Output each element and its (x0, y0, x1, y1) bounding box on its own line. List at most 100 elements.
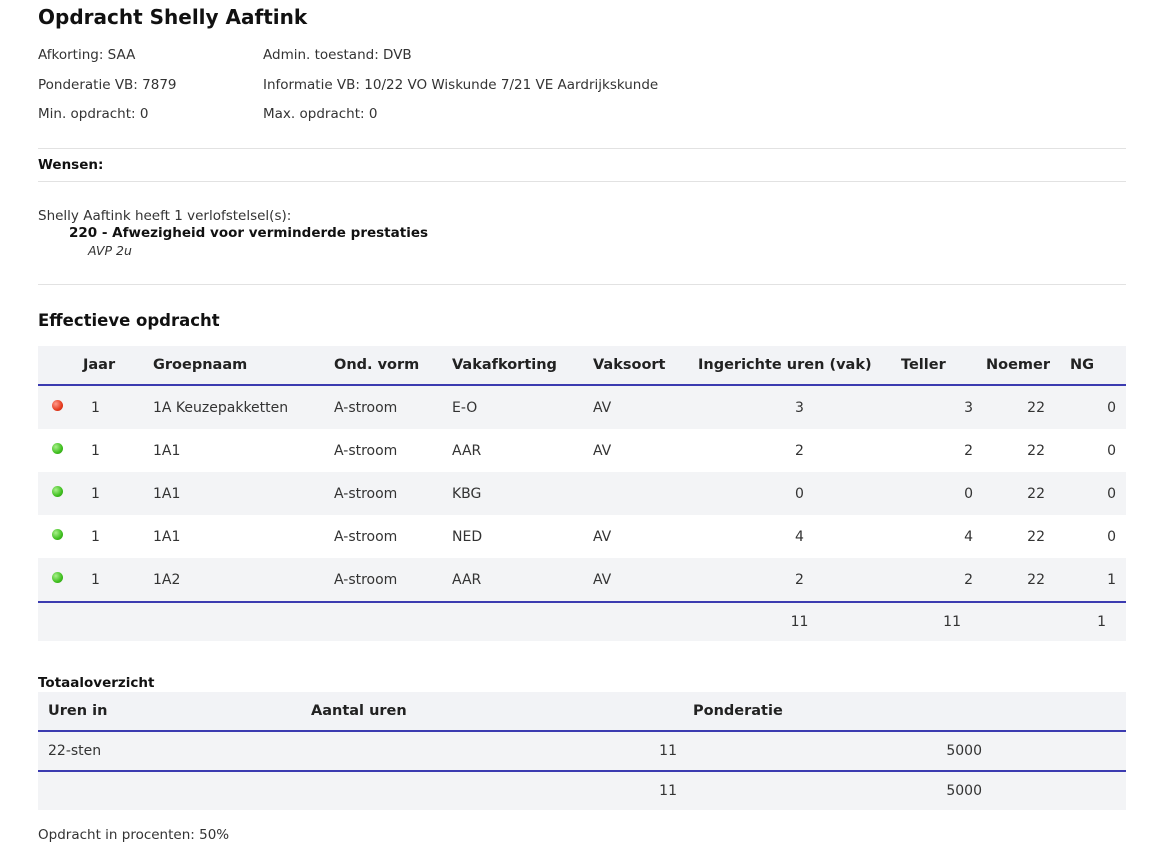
teller-cell: 2 (901, 558, 986, 602)
vaksoort-cell: AV (593, 385, 698, 429)
wensen-label: Wensen: (38, 157, 104, 173)
noemer-cell: 22 (986, 472, 1070, 515)
table-row: 1 1A1 A-stroom NED AV 4 4 22 0 (38, 515, 1126, 558)
jaar-cell: 1 (83, 558, 153, 602)
effectieve-opdracht-heading: Effectieve opdracht (38, 311, 220, 330)
ponderatie-cell: 5000 (683, 731, 1126, 772)
status-cell (38, 558, 83, 602)
afkorting-info: Afkorting: SAA (38, 47, 136, 63)
vakafkorting-link[interactable]: AAR (452, 429, 593, 472)
verlofstelsel-section: Shelly Aaftink heeft 1 verlofstelsel(s):… (38, 208, 428, 259)
noemer-cell: 22 (986, 515, 1070, 558)
ingerichte-uren-cell: 2 (698, 558, 901, 602)
totaaloverzicht-label: Totaaloverzicht (38, 675, 155, 691)
ng-cell: 0 (1070, 429, 1126, 472)
ng-cell: 0 (1070, 385, 1126, 429)
teller-cell: 4 (901, 515, 986, 558)
jaar-cell: 1 (83, 472, 153, 515)
totals-row: 11 11 1 (38, 601, 1126, 641)
ponderatie-info: Ponderatie VB: 7879 (38, 77, 177, 93)
ingerichte-uren-cell: 3 (698, 385, 901, 429)
ng-cell: 0 (1070, 515, 1126, 558)
table-row: 22-sten 11 5000 (38, 731, 1126, 772)
column-vakafkorting[interactable]: Vakafkorting (452, 346, 593, 386)
jaar-cell: 1 (83, 429, 153, 472)
column-ponderatie: Ponderatie (683, 692, 1126, 732)
page-title: Opdracht Shelly Aaftink (38, 5, 308, 29)
max-opdracht-info: Max. opdracht: 0 (263, 106, 378, 122)
total-teller: 11 (901, 601, 986, 641)
vakafkorting-link[interactable]: E-O (452, 385, 593, 429)
column-ingerichte-uren[interactable]: Ingerichte uren (vak) (698, 346, 901, 386)
status-red-icon (52, 400, 63, 411)
total-uren: 11 (698, 601, 901, 641)
verlof-detail: AVP 2u (88, 243, 132, 258)
noemer-cell: 22 (986, 429, 1070, 472)
column-jaar[interactable]: Jaar (83, 346, 153, 386)
table-row: 1 1A2 A-stroom AAR AV 2 2 22 1 (38, 558, 1126, 602)
groepnaam-cell: 1A1 (153, 429, 334, 472)
status-cell (38, 385, 83, 429)
ng-cell: 0 (1070, 472, 1126, 515)
ond-vorm-cell: A-stroom (334, 515, 452, 558)
groepnaam-cell: 1A2 (153, 558, 334, 602)
noemer-cell: 22 (986, 558, 1070, 602)
total-ng: 1 (1070, 601, 1126, 641)
total-aantal-uren: 11 (301, 771, 683, 810)
ingerichte-uren-cell: 2 (698, 429, 901, 472)
status-green-icon (52, 572, 63, 583)
groepnaam-cell: 1A1 (153, 515, 334, 558)
groepnaam-cell: 1A Keuzepakketten (153, 385, 334, 429)
total-ponderatie: 5000 (683, 771, 1126, 810)
vaksoort-cell: AV (593, 429, 698, 472)
ingerichte-uren-cell: 0 (698, 472, 901, 515)
status-cell (38, 515, 83, 558)
groepnaam-cell: 1A1 (153, 472, 334, 515)
opdracht-procent: Opdracht in procenten: 50% (38, 827, 230, 843)
informatie-vb-info: Informatie VB: 10/22 VO Wiskunde 7/21 VE… (263, 77, 659, 93)
table-row: 1 1A1 A-stroom AAR AV 2 2 22 0 (38, 429, 1126, 472)
totaaloverzicht-table: Uren in Aantal uren Ponderatie 22-sten 1… (38, 692, 1126, 810)
vakafkorting-link[interactable]: AAR (452, 558, 593, 602)
effectieve-opdracht-table: Jaar Groepnaam Ond. vorm Vakafkorting Va… (38, 346, 1126, 641)
uren-in-cell: 22-sten (38, 731, 301, 772)
column-aantal-uren: Aantal uren (301, 692, 683, 732)
column-ond-vorm[interactable]: Ond. vorm (334, 346, 452, 386)
table-header-row: Jaar Groepnaam Ond. vorm Vakafkorting Va… (38, 346, 1126, 386)
status-green-icon (52, 486, 63, 497)
ingerichte-uren-cell: 4 (698, 515, 901, 558)
vaksoort-cell (593, 472, 698, 515)
jaar-cell: 1 (83, 515, 153, 558)
table-row: 1 1A Keuzepakketten A-stroom E-O AV 3 3 … (38, 385, 1126, 429)
ond-vorm-cell: A-stroom (334, 429, 452, 472)
verlof-code: 220 - Afwezigheid voor verminderde prest… (69, 225, 429, 241)
column-ng[interactable]: NG (1070, 346, 1126, 386)
vaksoort-cell: AV (593, 558, 698, 602)
teller-cell: 2 (901, 429, 986, 472)
column-groepnaam[interactable]: Groepnaam (153, 346, 334, 386)
verlof-intro: Shelly Aaftink heeft 1 verlofstelsel(s): (38, 208, 292, 224)
jaar-cell: 1 (83, 385, 153, 429)
column-status (38, 346, 83, 386)
totals-row: 11 5000 (38, 771, 1126, 810)
divider (38, 181, 1126, 182)
status-green-icon (52, 529, 63, 540)
column-noemer[interactable]: Noemer (986, 346, 1070, 386)
divider (38, 284, 1126, 285)
divider (38, 148, 1126, 149)
teller-cell: 0 (901, 472, 986, 515)
ond-vorm-cell: A-stroom (334, 558, 452, 602)
vakafkorting-link[interactable]: NED (452, 515, 593, 558)
status-green-icon (52, 443, 63, 454)
table-header-row: Uren in Aantal uren Ponderatie (38, 692, 1126, 732)
min-opdracht-info: Min. opdracht: 0 (38, 106, 149, 122)
status-cell (38, 472, 83, 515)
column-teller[interactable]: Teller (901, 346, 986, 386)
column-uren-in: Uren in (38, 692, 301, 732)
noemer-cell: 22 (986, 385, 1070, 429)
vaksoort-cell: AV (593, 515, 698, 558)
column-vaksoort[interactable]: Vaksoort (593, 346, 698, 386)
teller-cell: 3 (901, 385, 986, 429)
admin-toestand-info: Admin. toestand: DVB (263, 47, 412, 63)
vakafkorting-link[interactable]: KBG (452, 472, 593, 515)
